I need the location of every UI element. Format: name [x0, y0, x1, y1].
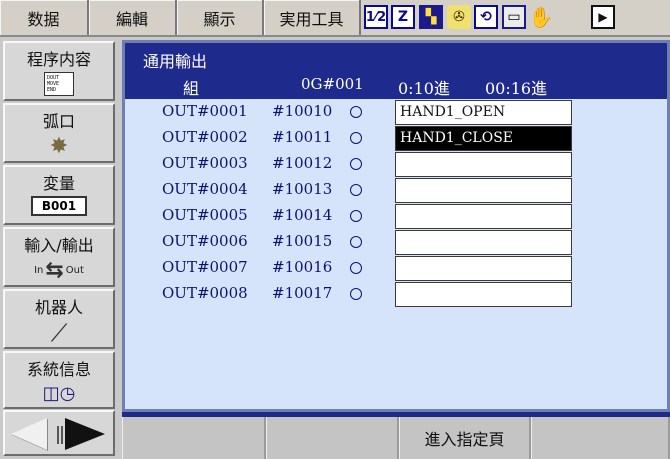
output-state-circle-icon[interactable]	[350, 288, 362, 300]
output-name-field[interactable]	[395, 204, 572, 229]
table-row: OUT#0006 #10015	[125, 230, 667, 256]
function-key-2[interactable]	[266, 417, 399, 459]
output-address: #10016	[272, 258, 333, 276]
output-address: #10014	[272, 206, 333, 224]
function-key-4[interactable]	[531, 417, 670, 459]
output-number: OUT#0008	[162, 284, 248, 302]
output-number: OUT#0005	[162, 206, 248, 224]
in-label: In	[34, 264, 44, 276]
menu-data[interactable]: 数据	[0, 0, 89, 35]
sidebar-item-label: 机器人	[34, 298, 83, 317]
sidebar-item-arc[interactable]: 弧口 ✸	[3, 103, 115, 163]
robot-axis-icon: 1⁄2	[364, 5, 388, 29]
arrow-right-icon[interactable]	[65, 418, 105, 450]
output-name-field[interactable]	[395, 152, 572, 177]
output-number: OUT#0004	[162, 180, 248, 198]
sidebar-item-system-info[interactable]: 系統信息 ◫◷	[3, 351, 115, 409]
variable-icon: B001	[31, 196, 87, 216]
time-readout-2: 00:16進	[485, 79, 548, 98]
sidebar-item-label: 系統信息	[26, 360, 91, 379]
divider-icon	[57, 426, 63, 444]
system-info-icon: ◫◷	[42, 383, 76, 404]
table-row: OUT#0002 #10011 HAND1_CLOSE	[125, 126, 667, 152]
sidebar-item-job-content[interactable]: 程序内容 DOUT MOVE END	[3, 41, 115, 101]
menu-display[interactable]: 顯示	[177, 0, 264, 35]
output-number: OUT#0007	[162, 258, 248, 276]
screen-icon: ▭	[502, 5, 526, 29]
output-state-circle-icon[interactable]	[350, 184, 362, 196]
cycle-icon: ⟲	[474, 5, 498, 29]
panel-header: 通用輸出 組 0G#001 0:10進 00:16進	[125, 43, 667, 99]
sidebar-item-label: 輸入/輸出	[24, 236, 94, 255]
function-key-1[interactable]	[122, 417, 266, 459]
output-state-circle-icon[interactable]	[350, 158, 362, 170]
output-state-circle-icon[interactable]	[350, 132, 362, 144]
sidebar-item-robot[interactable]: 机器人 ⟋	[3, 289, 115, 349]
function-bar: 進入指定頁	[122, 417, 670, 459]
sidebar-item-label: 弧口	[42, 112, 75, 131]
output-number: OUT#0002	[162, 128, 248, 146]
hand-icon: ✋	[528, 5, 554, 29]
sidebar-item-in-out[interactable]: 輸入/輸出 In ⇆ Out	[3, 227, 115, 287]
table-row: OUT#0001 #10010 HAND1_OPEN	[125, 100, 667, 126]
sidebar-item-label: 変量	[42, 174, 75, 193]
table-row: OUT#0004 #10013	[125, 178, 667, 204]
output-address: #10012	[272, 154, 333, 172]
time-readout-1: 0:10進	[398, 79, 450, 98]
play-mode-icon: ▚	[419, 5, 443, 29]
sidebar-item-variable[interactable]: 変量 B001	[3, 165, 115, 225]
sidebar-item-label: 程序内容	[26, 50, 91, 69]
edit-mode-icon: Z	[391, 5, 415, 29]
out-label: Out	[65, 264, 84, 276]
coordinate-icon: ✇	[447, 5, 471, 29]
page-arrow-icon[interactable]: ▶	[591, 5, 615, 29]
output-number: OUT#0003	[162, 154, 248, 172]
status-area: 1⁄2 Z ▚ ✇ ⟲ ▭ ✋ ▶	[361, 0, 670, 35]
robot-arm-icon: ⟋	[50, 319, 68, 347]
output-address: #10015	[272, 232, 333, 250]
output-name-field[interactable]	[395, 230, 572, 255]
job-document-icon: DOUT MOVE END	[44, 72, 74, 96]
output-state-circle-icon[interactable]	[350, 106, 362, 118]
plug-icon: ⇆	[45, 257, 64, 283]
output-address: #10010	[272, 102, 333, 120]
output-name-field[interactable]: HAND1_CLOSE	[395, 126, 572, 151]
table-row: OUT#0007 #10016	[125, 256, 667, 282]
output-address: #10011	[272, 128, 333, 146]
output-address: #10017	[272, 284, 333, 302]
output-name-field[interactable]	[395, 282, 572, 307]
menu-edit[interactable]: 編輯	[89, 0, 177, 35]
output-number: OUT#0006	[162, 232, 248, 250]
output-state-circle-icon[interactable]	[350, 262, 362, 274]
output-state-circle-icon[interactable]	[350, 210, 362, 222]
arrow-left-icon[interactable]	[11, 418, 47, 450]
output-name-field[interactable]	[395, 178, 572, 203]
in-out-icon: In ⇆ Out	[24, 257, 94, 283]
table-row: OUT#0008 #10017	[125, 282, 667, 308]
group-label: 組	[183, 79, 200, 98]
group-value[interactable]: 0G#001	[301, 75, 364, 93]
output-state-circle-icon[interactable]	[350, 236, 362, 248]
table-row: OUT#0003 #10012	[125, 152, 667, 178]
arc-welding-icon: ✸	[49, 134, 69, 159]
output-number: OUT#0001	[162, 102, 248, 120]
page-nav	[3, 410, 115, 456]
output-name-field[interactable]: HAND1_OPEN	[395, 100, 572, 125]
output-address: #10013	[272, 180, 333, 198]
output-name-field[interactable]	[395, 256, 572, 281]
goto-page-button[interactable]: 進入指定頁	[399, 417, 531, 459]
general-output-panel: 通用輸出 組 0G#001 0:10進 00:16進 OUT#0001 #100…	[122, 40, 670, 412]
menu-utility[interactable]: 実用工具	[264, 0, 361, 35]
page-title: 通用輸出	[143, 52, 208, 71]
table-row: OUT#0005 #10014	[125, 204, 667, 230]
menu-bar: 数据 編輯 顯示 実用工具 1⁄2 Z ▚ ✇ ⟲ ▭ ✋ ▶	[0, 0, 670, 37]
